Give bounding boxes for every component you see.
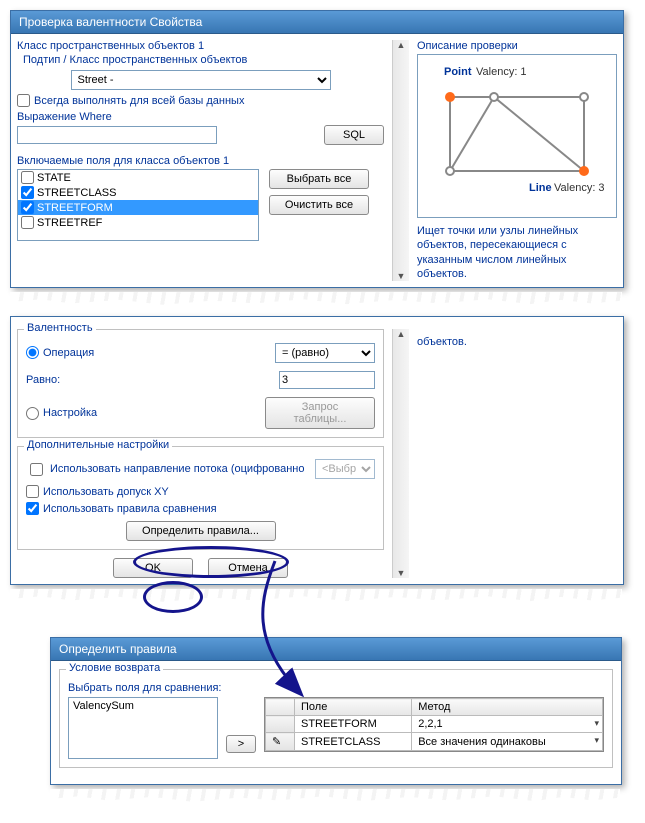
setup-radio[interactable] (26, 407, 39, 420)
define-rules-button[interactable]: Определить правила... (126, 521, 276, 541)
stub-text: объектов. (417, 335, 617, 349)
field-name: STREETFORM (37, 202, 113, 214)
description-diagram: Point Valency: 1 Line Valency: 3 (417, 54, 617, 218)
cancel-button[interactable]: Отмена (208, 558, 288, 578)
where-input[interactable] (17, 126, 217, 144)
flow-select[interactable]: <Выбра (315, 459, 375, 479)
point-label: Point (444, 66, 472, 78)
list-item[interactable]: STREETCLASS (18, 185, 258, 200)
field-checkbox[interactable] (21, 216, 34, 229)
flow-checkbox[interactable] (30, 463, 43, 476)
scroll-up-icon[interactable]: ▲ (397, 40, 406, 50)
included-fields-label: Включаемые поля для класса объектов 1 (17, 155, 384, 167)
select-fields-label: Выбрать поля для сравнения: (68, 682, 604, 694)
point-valency: Valency: 1 (476, 66, 527, 78)
valency-group-title: Валентность (24, 322, 96, 334)
list-item[interactable]: ValencySum (73, 700, 213, 712)
field-checkbox[interactable] (21, 201, 34, 214)
cell-field[interactable]: STREETCLASS (295, 733, 412, 751)
subtype-label: Подтип / Класс пространственных объектов (23, 54, 384, 66)
table-row[interactable]: STREETFORM 2,2,1 (266, 716, 603, 733)
always-label: Всегда выполнять для всей базы данных (34, 95, 244, 107)
field-name: STREETCLASS (37, 187, 116, 199)
scroll-down-icon[interactable]: ▼ (397, 568, 406, 578)
clear-all-button[interactable]: Очистить все (269, 195, 369, 215)
always-checkbox[interactable] (17, 94, 30, 107)
setup-label: Настройка (43, 407, 97, 419)
table-row[interactable]: ✎ STREETCLASS Все значения одинаковы (266, 733, 603, 751)
window3-title: Определить правила (51, 638, 621, 661)
rules-label: Использовать правила сравнения (43, 503, 217, 515)
sql-button[interactable]: SQL (324, 125, 384, 145)
field-name: STATE (37, 172, 71, 184)
cell-method[interactable]: Все значения одинаковы (412, 733, 603, 751)
line-valency: Valency: 3 (554, 182, 605, 194)
list-item[interactable]: STREETFORM (18, 200, 258, 215)
move-right-button[interactable]: > (226, 735, 256, 753)
rules-checkbox[interactable] (26, 502, 39, 515)
window-title: Проверка валентности Свойства (11, 11, 623, 34)
description-text: Ищет точки или узлы линейных объектов, п… (417, 224, 617, 281)
line-label: Line (529, 182, 552, 194)
where-label: Выражение Where (17, 111, 384, 123)
additional-group-title: Дополнительные настройки (24, 439, 172, 451)
table-corner (266, 699, 295, 716)
subtype-select[interactable]: Street - (71, 70, 331, 90)
field-checkbox[interactable] (21, 171, 34, 184)
class-label: Класс пространственных объектов 1 (17, 40, 384, 52)
equal-label: Равно: (26, 374, 60, 386)
row-handle-icon[interactable] (266, 716, 295, 733)
xy-checkbox[interactable] (26, 485, 39, 498)
operation-select[interactable]: = (равно) (275, 343, 375, 363)
col-method-header: Метод (412, 699, 603, 716)
xy-label: Использовать допуск XY (43, 486, 169, 498)
cell-field[interactable]: STREETFORM (295, 716, 412, 733)
source-listbox[interactable]: ValencySum (68, 697, 218, 759)
scrollbar[interactable]: ▲ ▼ (392, 329, 409, 578)
list-item[interactable]: STREETREF (18, 215, 258, 230)
flow-label: Использовать направление потока (оцифров… (50, 463, 311, 475)
scroll-down-icon[interactable]: ▼ (397, 271, 406, 281)
equal-input[interactable] (279, 371, 375, 389)
select-all-button[interactable]: Выбрать все (269, 169, 369, 189)
row-handle-icon[interactable]: ✎ (266, 733, 295, 751)
return-cond-title: Условие возврата (66, 662, 163, 674)
fields-listbox[interactable]: STATE STREETCLASS STREETFORM STREET (17, 169, 259, 241)
scrollbar[interactable]: ▲ ▼ (392, 40, 409, 281)
field-name: STREETREF (37, 217, 102, 229)
cell-method[interactable]: 2,2,1 (412, 716, 603, 733)
col-field-header: Поле (295, 699, 412, 716)
scroll-up-icon[interactable]: ▲ (397, 329, 406, 339)
list-item[interactable]: STATE (18, 170, 258, 185)
desc-title: Описание проверки (417, 40, 617, 52)
field-checkbox[interactable] (21, 186, 34, 199)
operation-radio[interactable] (26, 346, 39, 359)
table-query-button[interactable]: Запрос таблицы... (265, 397, 375, 429)
operation-label: Операция (43, 347, 94, 359)
ok-button[interactable]: OK (113, 558, 193, 578)
